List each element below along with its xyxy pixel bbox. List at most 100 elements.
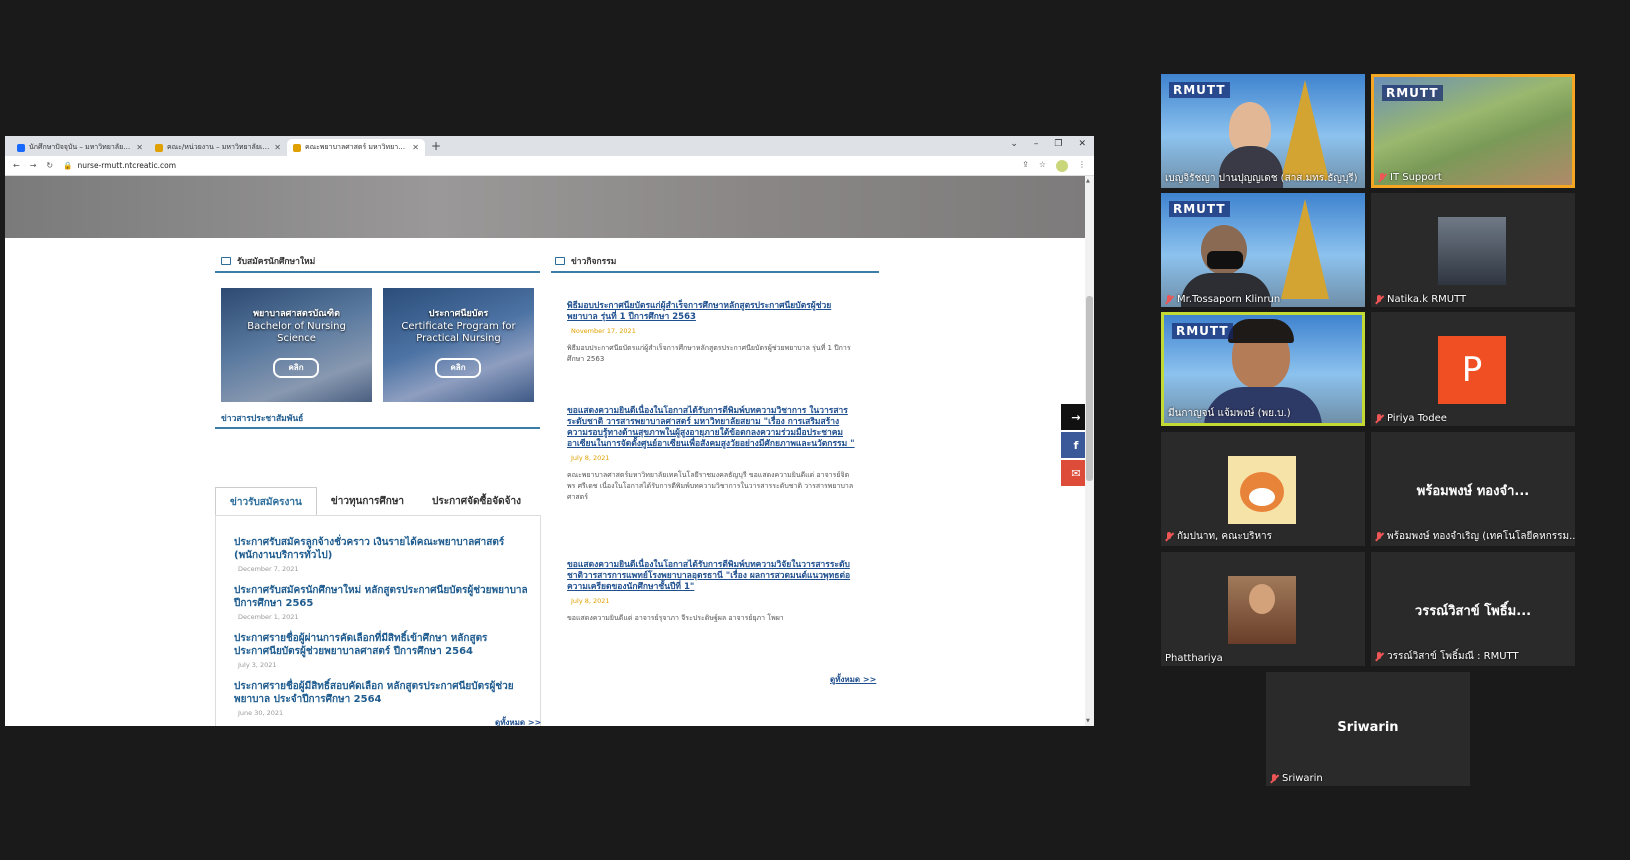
activities-heading: ข่าวกิจกรรม (555, 254, 616, 268)
participant-tile[interactable]: P Piriya Todee (1371, 312, 1575, 426)
participant-display-name: พร้อมพงษ์ ทองจำ... (1416, 484, 1530, 499)
news-item-date: July 8, 2021 (571, 454, 610, 462)
admissions-heading: รับสมัครนักศึกษาใหม่ (221, 254, 315, 268)
participant-tile[interactable]: วรรณ์วิสาข์ โพธิ์ม... วรรณ์วิสาข์ โพธิ์ม… (1371, 552, 1575, 666)
muted-mic-icon (1165, 294, 1173, 305)
tab-job-news[interactable]: ข่าวรับสมัครงาน (215, 487, 317, 516)
muted-mic-icon (1375, 294, 1383, 305)
profile-avatar[interactable] (1056, 159, 1068, 172)
minimize-icon[interactable]: – (1034, 139, 1039, 149)
promo-card-bachelor[interactable]: พยาบาลศาสตรบัณฑิต Bachelor of Nursing Sc… (221, 288, 372, 402)
list-item[interactable]: ประกาศรับสมัครลูกจ้างชั่วคราว เงินรายได้… (234, 536, 534, 573)
pr-item-date: December 7, 2021 (238, 565, 299, 573)
scrollbar-thumb[interactable] (1086, 296, 1093, 481)
news-item-title[interactable]: ขอแสดงความยินดีเนื่องในโอกาสได้รับการตีพ… (567, 560, 857, 593)
star-icon[interactable]: ☆ (1039, 160, 1046, 172)
participant-name-text: เบญจิรัชญา ปานปุญญเดช (สาส.มทร.ธัญบุรี) (1165, 173, 1358, 184)
list-item[interactable]: พิธีมอบประกาศนียบัตรแก่ผู้สำเร็จการศึกษา… (567, 301, 857, 365)
tab-procurement-news[interactable]: ประกาศจัดซื้อจัดจ้าง (418, 487, 535, 516)
list-item[interactable]: ประกาศรายชื่อผู้ผ่านการคัดเลือกที่มีสิทธ… (234, 632, 534, 669)
news-item-excerpt: พิธีมอบประกาศนียบัตรแก่ผู้สำเร็จการศึกษา… (567, 344, 851, 363)
news-item-excerpt: ขอแสดงความยินดีแด่ อาจารย์รุจาภา จีระประ… (567, 614, 784, 622)
promo-click-button[interactable]: คลิก (435, 358, 481, 378)
page-scrollbar[interactable]: ▲ ▼ (1085, 176, 1094, 726)
list-item[interactable]: ขอแสดงความยินดีเนื่องในโอกาสได้รับการตีพ… (567, 560, 857, 624)
browser-tab-2[interactable]: คณะ/หน่วยงาน – มหาวิทยาลัยเทคโนโ... ✕ (149, 139, 287, 156)
participant-tile[interactable]: Natika.k RMUTT (1371, 193, 1575, 307)
participant-name-text: วรรณ์วิสาข์ โพธิ์มณี : RMUTT (1387, 651, 1519, 662)
participant-tile[interactable]: กัมปนาท, คณะบริหาร (1161, 432, 1365, 546)
pr-item-title[interactable]: ประกาศรับสมัครลูกจ้างชั่วคราว เงินรายได้… (234, 536, 534, 562)
restore-icon[interactable]: ❐ (1054, 139, 1062, 149)
promo-thai-title: ประกาศนียบัตร (428, 309, 489, 319)
news-item-title[interactable]: พิธีมอบประกาศนียบัตรแก่ผู้สำเร็จการศึกษา… (567, 301, 857, 323)
participant-name-text: Piriya Todee (1387, 413, 1447, 424)
tab-title: คณะ/หน่วยงาน – มหาวิทยาลัยเทคโนโ... (167, 143, 270, 151)
facebook-share-button[interactable]: f (1061, 432, 1085, 458)
news-item-date: July 8, 2021 (571, 597, 610, 605)
participant-tile[interactable]: Phatthariya (1161, 552, 1365, 666)
muted-mic-icon (1375, 531, 1383, 542)
participant-display-name: วรรณ์วิสาข์ โพธิ์ม... (1414, 604, 1532, 619)
browser-tab-1[interactable]: นักศึกษาปัจจุบัน – มหาวิทยาลัยเทคโนโ... … (11, 139, 149, 156)
email-share-button[interactable]: ✉ (1061, 460, 1085, 486)
forward-icon[interactable]: → (30, 161, 37, 170)
participant-name: Phatthariya (1165, 653, 1223, 664)
tab-search-icon[interactable]: ⌄ (1010, 139, 1018, 149)
back-icon[interactable]: ← (13, 161, 20, 170)
close-tab-icon[interactable]: ✕ (274, 143, 281, 152)
pr-item-title[interactable]: ประกาศรับสมัครนักศึกษาใหม่ หลักสูตรประกา… (234, 584, 534, 610)
scroll-up-icon[interactable]: ▲ (1086, 178, 1090, 184)
url-text: nurse-rmutt.ntcreatic.com (77, 161, 177, 170)
temple-shape (1281, 199, 1329, 299)
pr-item-date: June 30, 2021 (238, 709, 284, 717)
menu-icon[interactable]: ⋮ (1078, 160, 1086, 172)
participant-tile[interactable]: พร้อมพงษ์ ทองจำ... พร้อมพงษ์ ทองจำเริญ (… (1371, 432, 1575, 546)
participant-name-text: Sriwarin (1282, 773, 1323, 784)
participant-tile[interactable]: RMUTT เบญจิรัชญา ปานปุญญเดช (สาส.มทร.ธัญ… (1161, 74, 1365, 188)
pr-item-date: July 3, 2021 (238, 661, 277, 669)
promo-click-button[interactable]: คลิก (273, 358, 319, 378)
scroll-down-icon[interactable]: ▼ (1086, 718, 1090, 724)
list-item[interactable]: ประกาศรายชื่อผู้มีสิทธิ์สอบคัดเลือก หลัก… (234, 680, 534, 717)
pr-item-title[interactable]: ประกาศรายชื่อผู้มีสิทธิ์สอบคัดเลือก หลัก… (234, 680, 534, 706)
share-arrow-button[interactable]: → (1061, 404, 1085, 430)
news-see-all-link[interactable]: ดูทั้งหมด >> (830, 673, 876, 686)
pr-item-date: December 1, 2021 (238, 613, 299, 621)
pr-see-all-link[interactable]: ดูทั้งหมด >> (495, 716, 541, 726)
participant-tile[interactable]: RMUTT Mr.Tossaporn Klinrun (1161, 193, 1365, 307)
participant-tile-active-speaker[interactable]: RMUTT มีนกาญจน์ แจ้มพงษ์ (พย.บ.) (1161, 312, 1365, 426)
page-icon (293, 143, 301, 152)
participant-name: Mr.Tossaporn Klinrun (1165, 294, 1280, 305)
news-item-title[interactable]: ขอแสดงความยินดีเนื่องในโอกาสได้รับการตีพ… (567, 406, 857, 450)
close-tab-icon[interactable]: ✕ (412, 143, 419, 152)
avatar: P (1438, 336, 1506, 404)
muted-mic-icon (1375, 651, 1383, 662)
url-field[interactable]: 🔒 nurse-rmutt.ntcreatic.com (63, 161, 1012, 170)
promo-card-certificate[interactable]: ประกาศนียบัตร Certificate Program for Pr… (383, 288, 534, 402)
share-icon[interactable]: ⇪ (1022, 160, 1029, 172)
participant-name: วรรณ์วิสาข์ โพธิ์มณี : RMUTT (1375, 649, 1519, 664)
close-tab-icon[interactable]: ✕ (136, 143, 143, 152)
pr-item-title[interactable]: ประกาศรายชื่อผู้ผ่านการคัดเลือกที่มีสิทธ… (234, 632, 534, 658)
muted-mic-icon (1378, 172, 1386, 183)
browser-tab-3[interactable]: คณะพยาบาลศาสตร์ มหาวิทยาลัยเทคโ... ✕ (287, 139, 425, 156)
participant-tile[interactable]: Sriwarin Sriwarin (1266, 672, 1470, 786)
participant-name: IT Support (1378, 172, 1442, 183)
participant-name: เบญจิรัชญา ปานปุญญเดช (สาส.มทร.ธัญบุรี) (1165, 171, 1358, 186)
participant-tile[interactable]: RMUTT IT Support (1371, 74, 1575, 188)
list-item[interactable]: ประกาศรับสมัครนักศึกษาใหม่ หลักสูตรประกา… (234, 584, 534, 621)
participant-name-text: IT Support (1390, 172, 1442, 183)
muted-mic-icon (1270, 773, 1278, 784)
promo-english-title: Certificate Program for Practical Nursin… (401, 321, 516, 344)
tab-scholarship-news[interactable]: ข่าวทุนการศึกษา (317, 487, 418, 516)
rmutt-logo: RMUTT (1172, 323, 1233, 339)
list-item[interactable]: ขอแสดงความยินดีเนื่องในโอกาสได้รับการตีพ… (567, 406, 857, 503)
page-icon (155, 143, 163, 152)
page-viewport: รับสมัครนักศึกษาใหม่ ข่าวกิจกรรม พยาบาลศ… (5, 176, 1085, 726)
close-window-icon[interactable]: ✕ (1078, 139, 1086, 149)
reload-icon[interactable]: ↻ (46, 161, 53, 170)
new-tab-button[interactable]: + (431, 139, 441, 153)
participant-name: กัมปนาท, คณะบริหาร (1165, 529, 1272, 544)
rmutt-logo: RMUTT (1382, 85, 1443, 101)
